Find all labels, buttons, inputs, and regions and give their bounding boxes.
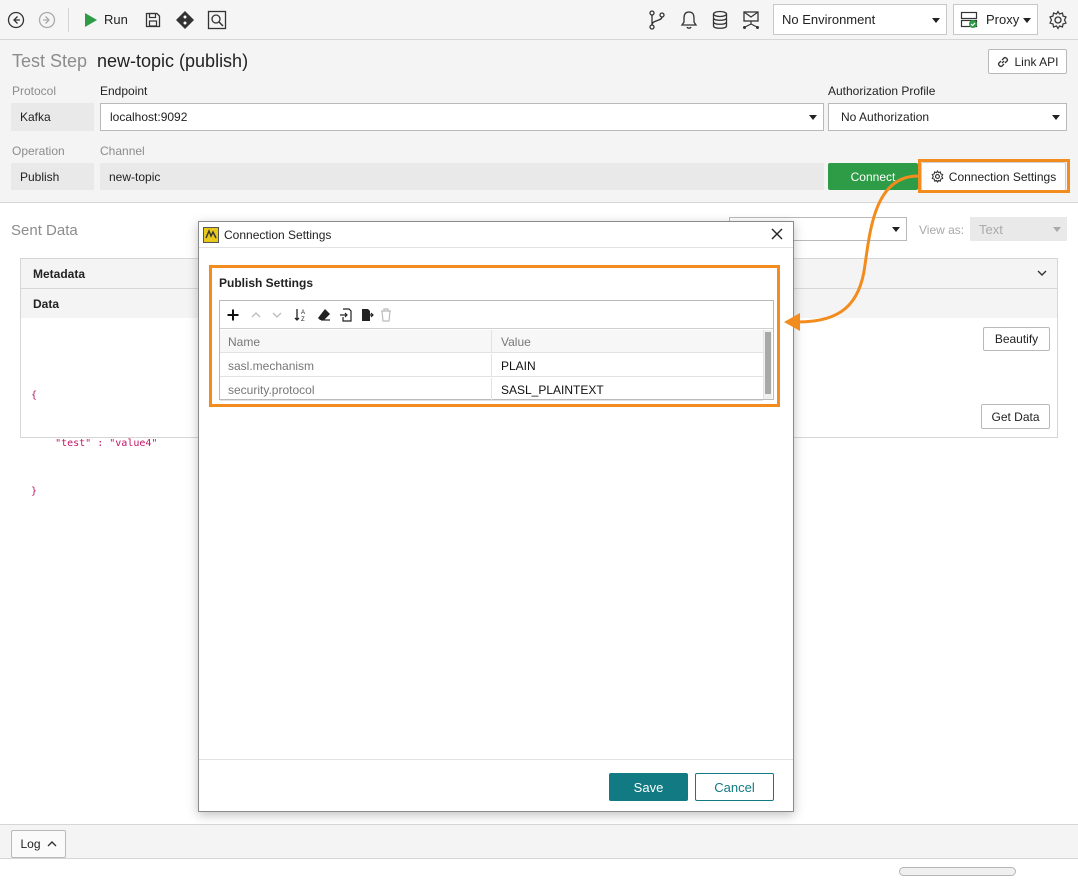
view-as-value: Text bbox=[979, 221, 1003, 237]
chevron-down-icon bbox=[1053, 227, 1061, 232]
operation-value: Publish bbox=[20, 169, 60, 184]
app-icon bbox=[203, 227, 219, 243]
proxy-select[interactable]: Proxy bbox=[953, 4, 1038, 35]
view-as-select[interactable]: Text bbox=[970, 217, 1067, 241]
chevron-down-icon bbox=[1052, 115, 1060, 120]
page-title: new-topic (publish) bbox=[97, 51, 249, 71]
environment-select-value: No Environment bbox=[782, 12, 876, 27]
run-button[interactable]: Run bbox=[104, 12, 128, 27]
log-toggle-button[interactable]: Log bbox=[11, 830, 66, 858]
beautify-button[interactable]: Beautify bbox=[983, 327, 1050, 351]
cancel-label: Cancel bbox=[714, 779, 755, 795]
dialog-title: Connection Settings bbox=[224, 228, 332, 242]
horizontal-scrollbar[interactable] bbox=[899, 867, 1016, 876]
operation-field: Publish bbox=[11, 163, 94, 190]
operation-label: Operation bbox=[12, 144, 65, 158]
save-icon[interactable] bbox=[141, 8, 165, 32]
log-label: Log bbox=[20, 837, 41, 851]
metadata-label: Metadata bbox=[33, 266, 86, 281]
endpoint-value: localhost:9092 bbox=[110, 110, 188, 124]
sent-data-title: Sent Data bbox=[11, 222, 78, 239]
auth-profile-select[interactable]: No Authorization bbox=[828, 103, 1067, 131]
save-button[interactable]: Save bbox=[609, 773, 688, 801]
callout-arrow bbox=[784, 174, 919, 331]
auth-profile-value: No Authorization bbox=[841, 110, 930, 124]
environment-select[interactable]: No Environment bbox=[773, 4, 947, 35]
endpoint-label: Endpoint bbox=[100, 84, 148, 98]
channel-value: new-topic bbox=[109, 169, 161, 184]
run-icon[interactable] bbox=[78, 8, 102, 32]
proxy-icon bbox=[960, 11, 980, 29]
proxy-select-value: Proxy bbox=[986, 12, 1020, 27]
dialog-titlebar: Connection Settings bbox=[199, 222, 793, 248]
dialog-footer: Save Cancel bbox=[199, 759, 793, 811]
chevron-down-icon bbox=[1023, 17, 1031, 23]
data-label: Data bbox=[33, 296, 60, 311]
inspect-icon[interactable] bbox=[205, 8, 229, 32]
cancel-button[interactable]: Cancel bbox=[695, 773, 774, 801]
chevron-down-icon bbox=[932, 17, 940, 23]
protocol-value: Kafka bbox=[20, 110, 51, 124]
code-line: "test" : "value4" bbox=[31, 438, 158, 449]
status-bar bbox=[0, 858, 1078, 885]
toolbar-separator bbox=[68, 8, 69, 32]
protocol-field: Kafka bbox=[11, 103, 94, 131]
code-line: { bbox=[31, 390, 38, 401]
back-icon[interactable] bbox=[4, 8, 28, 32]
chevron-down-icon bbox=[809, 115, 817, 120]
auth-profile-label: Authorization Profile bbox=[828, 84, 936, 98]
publish-settings-highlight bbox=[209, 265, 780, 407]
mail-network-icon[interactable] bbox=[739, 8, 763, 32]
link-icon bbox=[996, 55, 1010, 69]
forward-icon[interactable] bbox=[35, 8, 59, 32]
protocol-label: Protocol bbox=[12, 84, 57, 98]
link-api-button[interactable]: Link API bbox=[988, 49, 1067, 74]
beautify-label: Beautify bbox=[994, 332, 1039, 346]
get-data-button[interactable]: Get Data bbox=[981, 404, 1050, 429]
database-icon[interactable] bbox=[708, 8, 732, 32]
link-api-label: Link API bbox=[1014, 54, 1059, 69]
bell-icon[interactable] bbox=[677, 8, 701, 32]
channel-label: Channel bbox=[100, 144, 145, 158]
bottom-panel: Log bbox=[0, 824, 1078, 885]
main-toolbar: Run No Environment Proxy bbox=[0, 0, 1078, 40]
get-data-label: Get Data bbox=[991, 409, 1040, 424]
channel-field: new-topic bbox=[100, 163, 824, 190]
gear-icon[interactable] bbox=[1046, 8, 1070, 32]
chevron-up-icon bbox=[47, 840, 57, 848]
page-title-prefix: Test Step bbox=[12, 51, 88, 71]
code-editor-content[interactable]: { "test" : "value4" } bbox=[31, 356, 157, 532]
chevron-down-icon bbox=[1037, 269, 1047, 277]
endpoint-input[interactable]: localhost:9092 bbox=[100, 103, 824, 131]
save-label: Save bbox=[633, 779, 664, 795]
git-icon[interactable] bbox=[173, 8, 197, 32]
code-line: } bbox=[31, 486, 38, 497]
branch-icon[interactable] bbox=[645, 8, 669, 32]
connection-settings-highlight bbox=[918, 159, 1070, 193]
